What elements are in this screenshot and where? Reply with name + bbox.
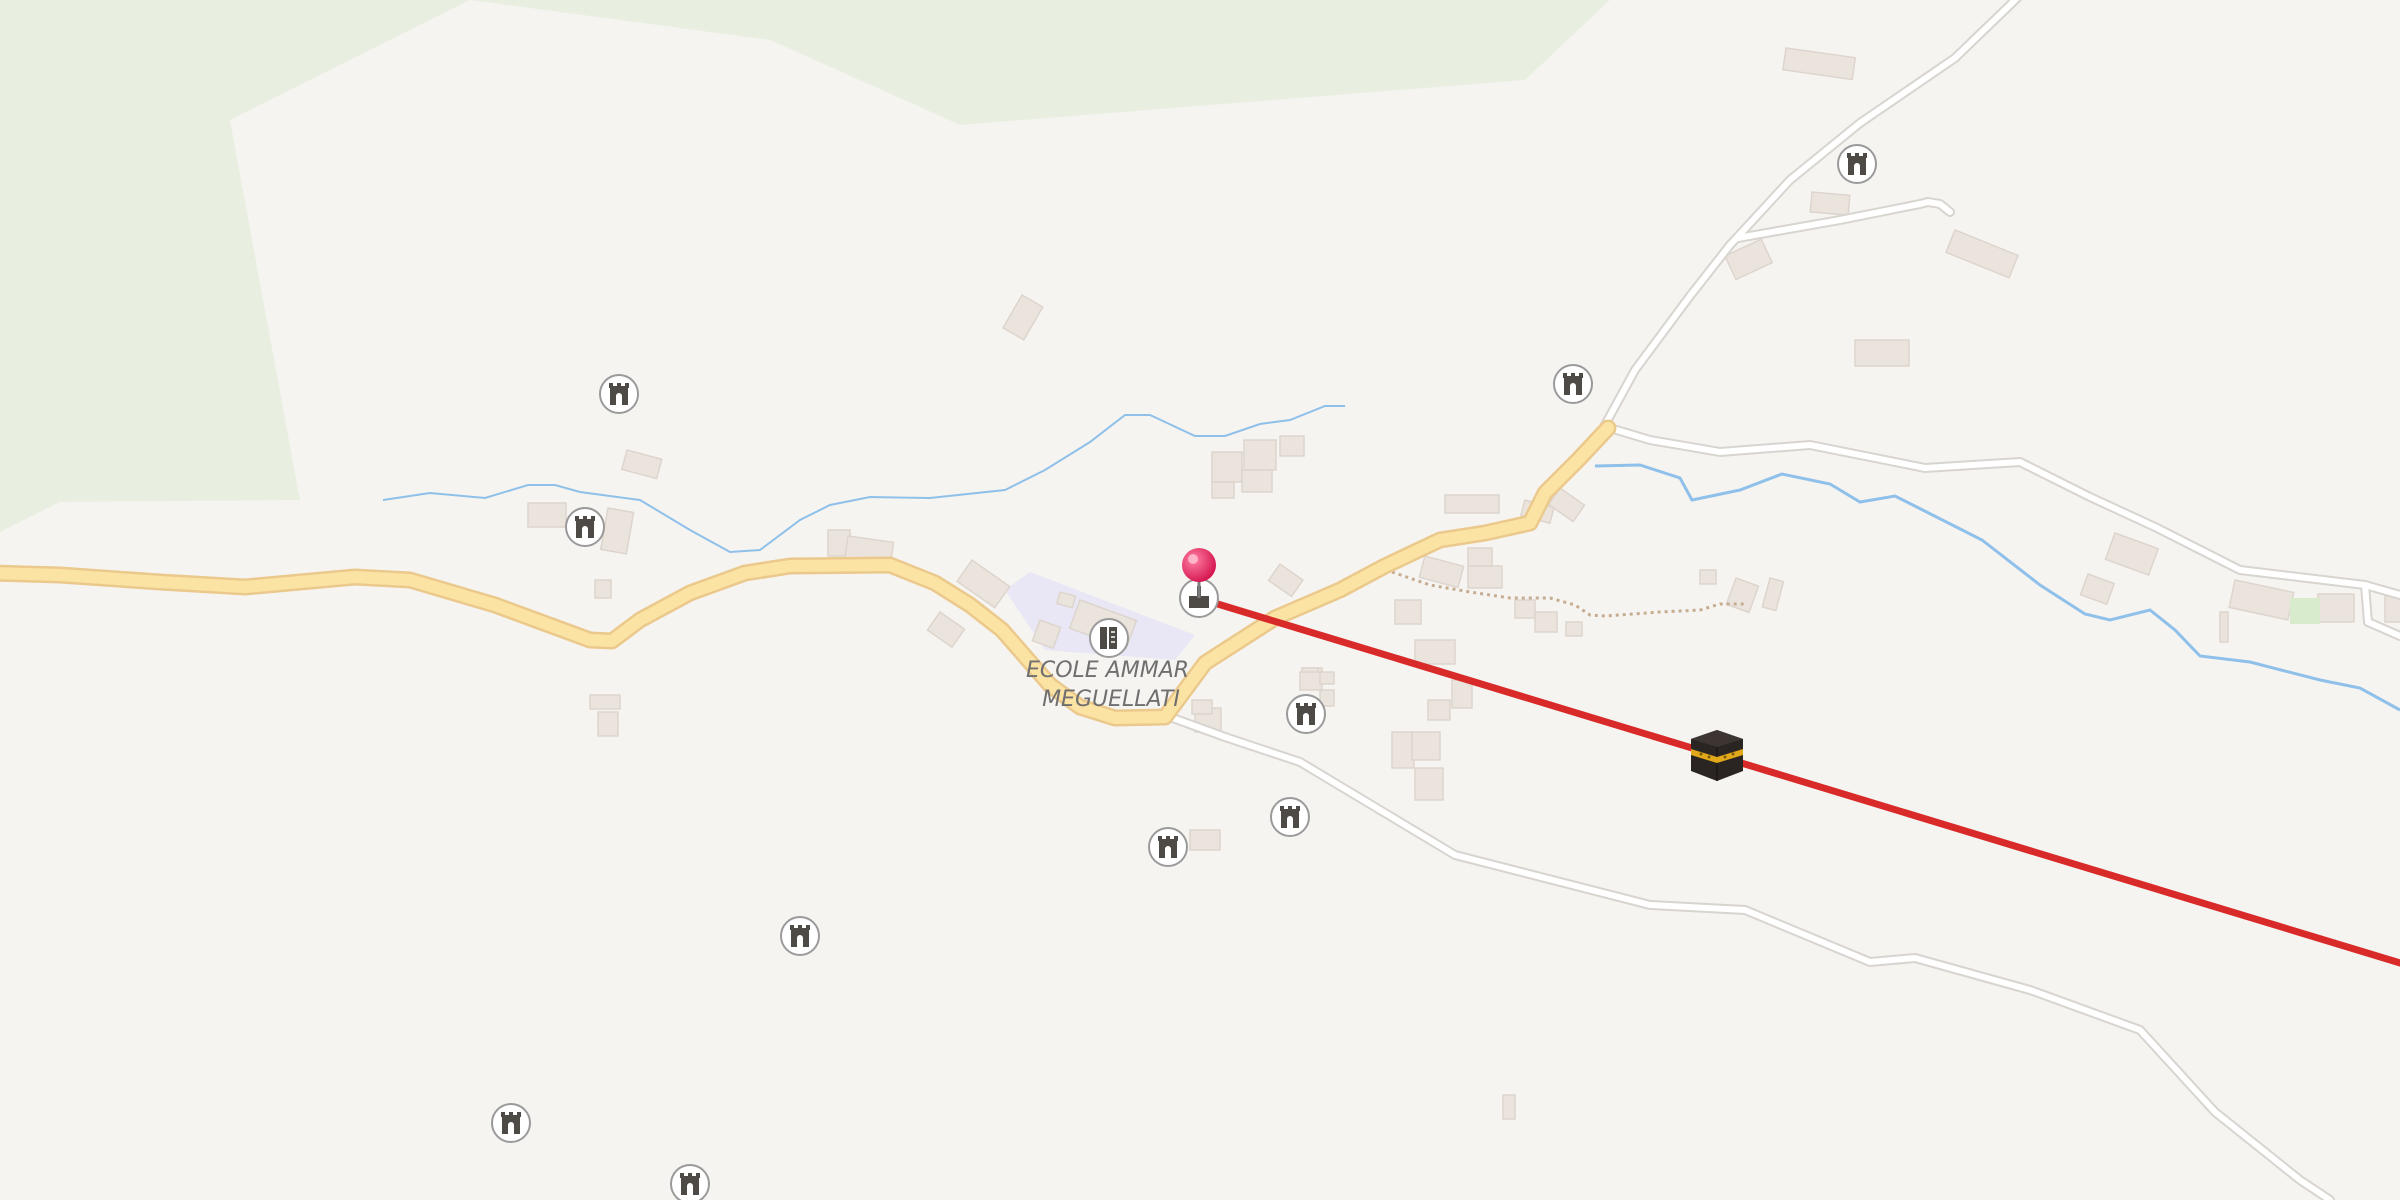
map-canvas[interactable]: ECOLE AMMAR MEGUELLATI xyxy=(0,0,2400,1200)
school-label-line1: ECOLE AMMAR xyxy=(1026,658,1189,683)
castle-icon[interactable] xyxy=(1148,827,1188,867)
castle-icon[interactable] xyxy=(1553,364,1593,404)
castle-icon[interactable] xyxy=(780,916,820,956)
school-icon[interactable] xyxy=(1089,618,1129,658)
castle-icon[interactable] xyxy=(1837,144,1877,184)
castle-icon[interactable] xyxy=(1286,694,1326,734)
castle-icon[interactable] xyxy=(670,1164,710,1200)
castle-icon[interactable] xyxy=(491,1103,531,1143)
castle-icon[interactable] xyxy=(599,374,639,414)
castle-icon[interactable] xyxy=(565,507,605,547)
park-patch xyxy=(2290,598,2320,624)
castle-icon[interactable] xyxy=(1270,797,1310,837)
school-label-line2: MEGUELLATI xyxy=(1042,687,1180,712)
kaaba-icon[interactable] xyxy=(1691,730,1743,781)
